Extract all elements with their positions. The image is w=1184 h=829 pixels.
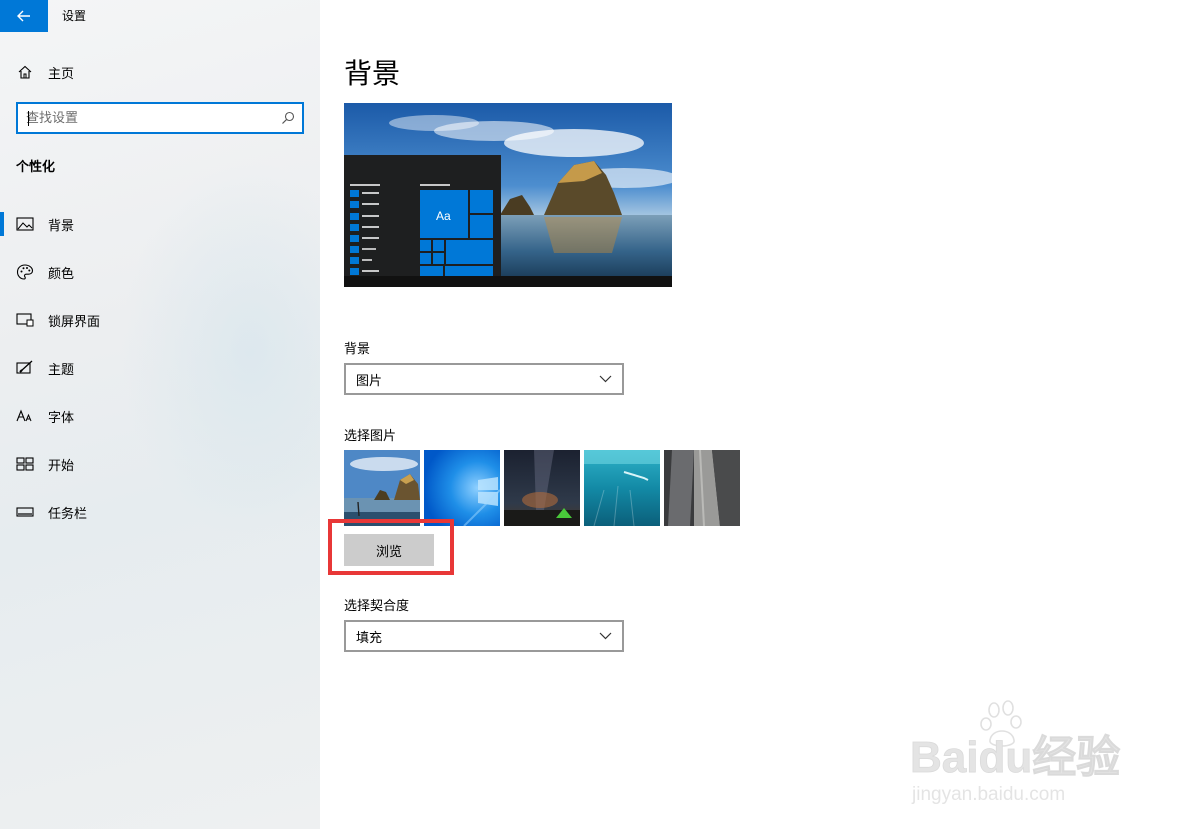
preview-image: Aa [344, 103, 672, 287]
sidebar-item-start[interactable]: 开始 [0, 440, 320, 488]
baidu-watermark: Baidu经验 jingyan.baidu.com [904, 700, 1164, 814]
sidebar-item-label: 开始 [48, 458, 75, 474]
start-icon [16, 455, 34, 473]
preview-tile-label: Aa [436, 209, 451, 223]
picture-thumbnails [344, 450, 740, 526]
search-input[interactable] [18, 104, 274, 132]
search-box[interactable] [16, 102, 304, 134]
theme-icon [16, 359, 34, 377]
picture-icon [16, 215, 34, 233]
chevron-down-icon [599, 632, 612, 640]
window-title: 设置 [62, 9, 87, 23]
rock-cliff-thumbnail[interactable] [664, 450, 740, 526]
text-caret [28, 111, 29, 126]
night-sky-thumbnail[interactable] [504, 450, 580, 526]
sidebar-item-label: 背景 [48, 218, 75, 234]
sidebar-item-background[interactable]: 背景 [0, 200, 320, 248]
home-label: 主页 [48, 66, 75, 82]
watermark-text: Baidu经验 [910, 733, 1120, 782]
browse-button[interactable]: 浏览 [344, 534, 434, 566]
background-type-dropdown[interactable]: 图片 [344, 363, 624, 395]
background-type-value: 图片 [356, 373, 383, 389]
sidebar-item-label: 颜色 [48, 266, 75, 282]
fit-dropdown[interactable]: 填充 [344, 620, 624, 652]
sidebar-item-lock-screen[interactable]: 锁屏界面 [0, 296, 320, 344]
nav-list: 背景 颜色 锁屏界面 主题 字体 开始 任务栏 [0, 200, 320, 536]
sidebar-item-themes[interactable]: 主题 [0, 344, 320, 392]
page-title: 背景 [344, 57, 401, 90]
sidebar-item-colors[interactable]: 颜色 [0, 248, 320, 296]
background-preview: Aa [344, 103, 672, 287]
lock-screen-icon [16, 311, 34, 329]
font-icon [16, 407, 34, 425]
palette-icon [16, 263, 34, 281]
home-icon [16, 63, 34, 81]
sidebar-item-label: 任务栏 [48, 506, 88, 522]
watermark-url: jingyan.baidu.com [911, 784, 1065, 805]
beach-rock-thumbnail[interactable] [344, 450, 420, 526]
windows-blue-thumbnail[interactable] [424, 450, 500, 526]
background-label: 背景 [344, 342, 371, 357]
sidebar-item-fonts[interactable]: 字体 [0, 392, 320, 440]
main-content: 背景 Aa 背景 图片 选择图片 浏览 选择契合度 填充 Baidu经验 jin… [320, 0, 1184, 829]
back-arrow-icon [17, 10, 30, 22]
chevron-down-icon [599, 375, 612, 383]
search-icon[interactable] [274, 111, 302, 125]
home-nav-item[interactable]: 主页 [16, 60, 74, 84]
back-button[interactable] [0, 0, 48, 32]
sidebar-item-label: 锁屏界面 [48, 314, 101, 330]
sidebar-item-label: 字体 [48, 410, 75, 426]
choose-picture-label: 选择图片 [344, 429, 397, 444]
sidebar: 设置 主页 个性化 背景 颜色 锁屏界 [0, 0, 320, 829]
fit-value: 填充 [356, 630, 383, 646]
taskbar-icon [16, 503, 34, 521]
sidebar-item-label: 主题 [48, 362, 75, 378]
underwater-thumbnail[interactable] [584, 450, 660, 526]
sidebar-item-taskbar[interactable]: 任务栏 [0, 488, 320, 536]
fit-label: 选择契合度 [344, 599, 410, 614]
section-title: 个性化 [16, 160, 56, 175]
